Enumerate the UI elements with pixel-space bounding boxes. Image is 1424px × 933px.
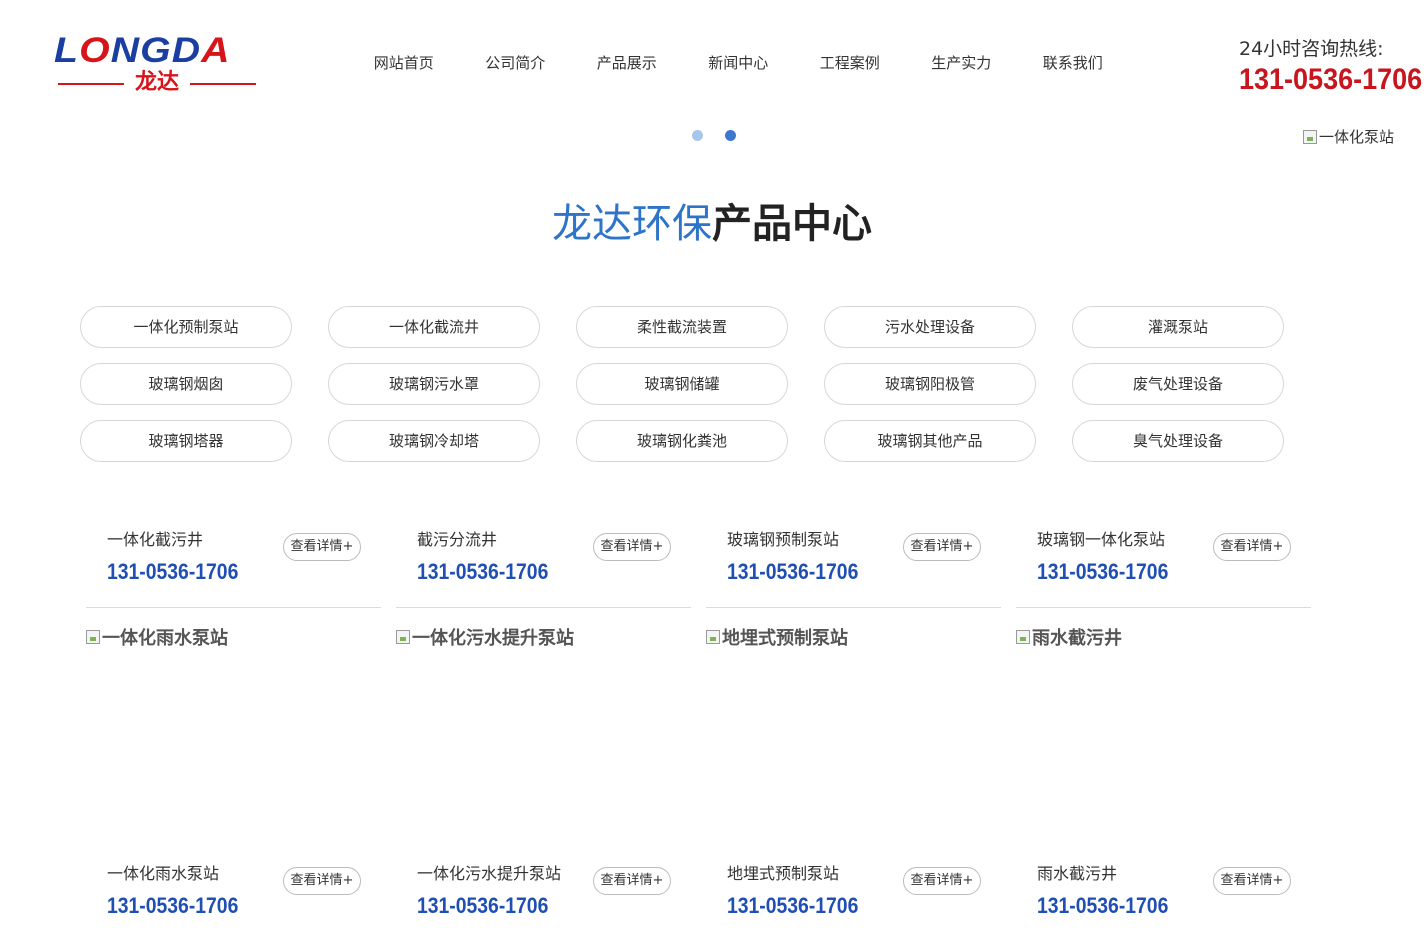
broken-image-icon — [706, 630, 720, 644]
product-image-alt: 一体化雨水泵站 — [102, 628, 228, 649]
product-phone: 131-0536-1706 — [727, 893, 859, 918]
product-image-alt: 一体化污水提升泵站 — [412, 628, 574, 649]
product-image[interactable]: 一体化雨水泵站 — [86, 624, 228, 650]
product-card-head: 截污分流井 131-0536-1706 查看详情+ — [396, 528, 691, 608]
logo-subtitle: 龙达 — [54, 70, 260, 96]
view-details-button[interactable]: 查看详情+ — [593, 533, 671, 561]
product-card: 玻璃钢一体化泵站 131-0536-1706 查看详情+ 雨水截污井 雨水截污井… — [1016, 528, 1311, 918]
nav-about[interactable]: 公司简介 — [460, 50, 572, 76]
nav-news[interactable]: 新闻中心 — [683, 50, 795, 76]
product-image[interactable]: 一体化污水提升泵站 — [396, 624, 574, 650]
product-image-alt: 雨水截污井 — [1032, 628, 1122, 649]
category-pill[interactable]: 污水处理设备 — [824, 306, 1036, 348]
broken-image-icon — [86, 630, 100, 644]
banner-dot-2[interactable] — [725, 130, 736, 141]
logo-wordmark: LONGDA — [54, 31, 231, 70]
site-logo[interactable]: LONGDA 龙达 — [54, 33, 260, 100]
section-title-main: 产品中心 — [712, 201, 872, 247]
product-image[interactable]: 地埋式预制泵站 — [706, 624, 848, 650]
broken-image-icon — [396, 630, 410, 644]
view-details-button[interactable]: 查看详情+ — [283, 867, 361, 895]
category-list: 一体化预制泵站 一体化截流井 柔性截流装置 污水处理设备 灌溉泵站 玻璃钢烟囱 … — [80, 306, 1300, 462]
nav-cases[interactable]: 工程案例 — [794, 50, 906, 76]
product-card: 一体化截污井 131-0536-1706 查看详情+ 一体化雨水泵站 一体化雨水… — [86, 528, 381, 918]
category-pill[interactable]: 臭气处理设备 — [1072, 420, 1284, 462]
category-pill[interactable]: 废气处理设备 — [1072, 363, 1284, 405]
product-phone: 131-0536-1706 — [417, 559, 549, 584]
category-pill[interactable]: 一体化预制泵站 — [80, 306, 292, 348]
banner-pagination — [692, 130, 736, 141]
product-card-foot: 一体化污水提升泵站 131-0536-1706 查看详情+ — [396, 862, 691, 933]
product-card-foot: 雨水截污井 131-0536-1706 查看详情+ — [1016, 862, 1311, 933]
product-name[interactable]: 一体化雨水泵站 — [107, 862, 219, 886]
hotline-label: 24小时咨询热线: — [1239, 38, 1384, 60]
section-title-brand: 龙达环保 — [552, 201, 712, 247]
product-card-head: 玻璃钢一体化泵站 131-0536-1706 查看详情+ — [1016, 528, 1311, 608]
product-phone: 131-0536-1706 — [107, 559, 239, 584]
banner-dot-1[interactable] — [692, 130, 703, 141]
view-details-button[interactable]: 查看详情+ — [1213, 867, 1291, 895]
product-name[interactable]: 地埋式预制泵站 — [727, 862, 839, 886]
category-pill[interactable]: 玻璃钢阳极管 — [824, 363, 1036, 405]
product-card: 截污分流井 131-0536-1706 查看详情+ 一体化污水提升泵站 一体化污… — [396, 528, 691, 918]
section-title: 龙达环保产品中心 — [0, 198, 1424, 250]
product-card-foot: 地埋式预制泵站 131-0536-1706 查看详情+ — [706, 862, 1001, 933]
broken-image-icon — [1016, 630, 1030, 644]
category-pill[interactable]: 玻璃钢储罐 — [576, 363, 788, 405]
category-pill[interactable]: 玻璃钢烟囱 — [80, 363, 292, 405]
category-pill[interactable]: 玻璃钢其他产品 — [824, 420, 1036, 462]
product-image-alt: 地埋式预制泵站 — [722, 628, 848, 649]
product-image[interactable]: 雨水截污井 — [1016, 624, 1122, 650]
product-name[interactable]: 玻璃钢预制泵站 — [727, 528, 839, 552]
product-card-head: 玻璃钢预制泵站 131-0536-1706 查看详情+ — [706, 528, 1001, 608]
view-details-button[interactable]: 查看详情+ — [903, 533, 981, 561]
view-details-button[interactable]: 查看详情+ — [1213, 533, 1291, 561]
main-nav: 网站首页 公司简介 产品展示 新闻中心 工程案例 生产实力 联系我们 — [348, 50, 1129, 76]
product-phone: 131-0536-1706 — [1037, 893, 1169, 918]
product-phone: 131-0536-1706 — [727, 559, 859, 584]
product-phone: 131-0536-1706 — [417, 893, 549, 918]
category-pill[interactable]: 玻璃钢污水罩 — [328, 363, 540, 405]
logo-rule-right — [190, 83, 256, 85]
banner-image-alt: 一体化泵站 — [1319, 128, 1395, 146]
hotline: 24小时咨询热线: 131-0536-1706 — [1239, 36, 1424, 98]
category-pill[interactable]: 一体化截流井 — [328, 306, 540, 348]
view-details-button[interactable]: 查看详情+ — [283, 533, 361, 561]
product-phone: 131-0536-1706 — [107, 893, 239, 918]
product-name[interactable]: 截污分流井 — [417, 528, 497, 552]
product-card-head: 一体化截污井 131-0536-1706 查看详情+ — [86, 528, 381, 608]
nav-products[interactable]: 产品展示 — [571, 50, 683, 76]
broken-image-icon — [1303, 129, 1317, 144]
nav-production[interactable]: 生产实力 — [906, 50, 1018, 76]
nav-contact[interactable]: 联系我们 — [1017, 50, 1129, 76]
category-pill[interactable]: 柔性截流装置 — [576, 306, 788, 348]
product-name[interactable]: 一体化污水提升泵站 — [417, 862, 561, 886]
product-name[interactable]: 玻璃钢一体化泵站 — [1037, 528, 1165, 552]
product-card-foot: 一体化雨水泵站 131-0536-1706 查看详情+ — [86, 862, 381, 933]
product-card: 玻璃钢预制泵站 131-0536-1706 查看详情+ 地埋式预制泵站 地埋式预… — [706, 528, 1001, 918]
product-phone: 131-0536-1706 — [1037, 559, 1169, 584]
product-name[interactable]: 雨水截污井 — [1037, 862, 1117, 886]
banner-image[interactable]: 一体化泵站 — [1303, 126, 1394, 147]
category-pill[interactable]: 玻璃钢塔器 — [80, 420, 292, 462]
nav-home[interactable]: 网站首页 — [348, 50, 460, 76]
hotline-number[interactable]: 131-0536-1706 — [1239, 62, 1422, 98]
product-name[interactable]: 一体化截污井 — [107, 528, 203, 552]
view-details-button[interactable]: 查看详情+ — [593, 867, 671, 895]
view-details-button[interactable]: 查看详情+ — [903, 867, 981, 895]
category-pill[interactable]: 玻璃钢化粪池 — [576, 420, 788, 462]
category-pill[interactable]: 玻璃钢冷却塔 — [328, 420, 540, 462]
category-pill[interactable]: 灌溉泵站 — [1072, 306, 1284, 348]
